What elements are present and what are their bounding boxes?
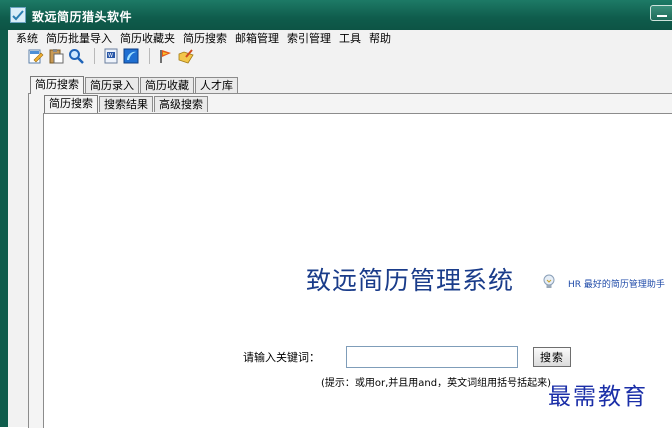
app-heading: 致远简历管理系统 bbox=[306, 266, 515, 295]
menu-batch-import[interactable]: 简历批量导入 bbox=[42, 31, 116, 46]
menu-help[interactable]: 帮助 bbox=[365, 31, 395, 46]
tab-talent-pool[interactable]: 人才库 bbox=[195, 77, 238, 93]
menu-tools[interactable]: 工具 bbox=[335, 31, 365, 46]
menu-mailbox[interactable]: 邮箱管理 bbox=[231, 31, 283, 46]
tagline: HR 最好的简历管理助手 bbox=[568, 280, 665, 290]
tab-resume-search[interactable]: 简历搜索 bbox=[30, 76, 84, 94]
tab-resume-entry[interactable]: 简历录入 bbox=[85, 77, 139, 93]
watermark: 最需教育 bbox=[548, 384, 648, 410]
menu-bar: 系统 简历批量导入 简历收藏夹 简历搜索 邮箱管理 索引管理 工具 帮助 bbox=[8, 31, 395, 46]
ie-browser-icon[interactable] bbox=[123, 48, 139, 64]
subtab-resume-search[interactable]: 简历搜索 bbox=[44, 95, 98, 113]
keyword-input[interactable] bbox=[346, 346, 518, 368]
toolbar-separator bbox=[149, 48, 150, 64]
search-button[interactable]: 搜索 bbox=[533, 347, 571, 367]
tab-resume-favorites[interactable]: 简历收藏 bbox=[140, 77, 194, 93]
svg-text:W: W bbox=[108, 53, 113, 59]
lightbulb-icon bbox=[542, 274, 556, 290]
subtab-search-results[interactable]: 搜索结果 bbox=[99, 96, 153, 112]
menu-favorites[interactable]: 简历收藏夹 bbox=[116, 31, 179, 46]
folder-pencil-icon[interactable] bbox=[178, 48, 194, 64]
menu-system[interactable]: 系统 bbox=[8, 31, 42, 46]
window-title: 致远简历猎头软件 bbox=[32, 10, 133, 24]
magnifier-icon[interactable] bbox=[68, 48, 84, 64]
clipboard-icon[interactable] bbox=[48, 48, 64, 64]
menu-index[interactable]: 索引管理 bbox=[283, 31, 335, 46]
subtab-advanced-search[interactable]: 高级搜索 bbox=[154, 96, 208, 112]
toolbar: W bbox=[28, 46, 198, 66]
flag-icon[interactable] bbox=[158, 48, 174, 64]
search-hint: (提示：或用or,并且用and，英文词组用括号括起来) bbox=[321, 378, 552, 389]
toolbar-separator bbox=[94, 48, 95, 64]
inner-tab-strip: 简历搜索 搜索结果 高级搜索 bbox=[44, 95, 209, 113]
window-frame-left bbox=[0, 30, 8, 427]
edit-doc-icon[interactable] bbox=[28, 48, 44, 64]
word-doc-icon[interactable]: W bbox=[103, 48, 119, 64]
outer-tab-strip: 简历搜索 简历录入 简历收藏 人才库 bbox=[30, 76, 239, 94]
keyword-label: 请输入关键词： bbox=[243, 351, 320, 364]
app-icon bbox=[10, 7, 26, 23]
title-bar: 致远简历猎头软件 bbox=[0, 0, 672, 31]
menu-resume-search[interactable]: 简历搜索 bbox=[179, 31, 231, 46]
minimize-button[interactable] bbox=[650, 5, 672, 21]
